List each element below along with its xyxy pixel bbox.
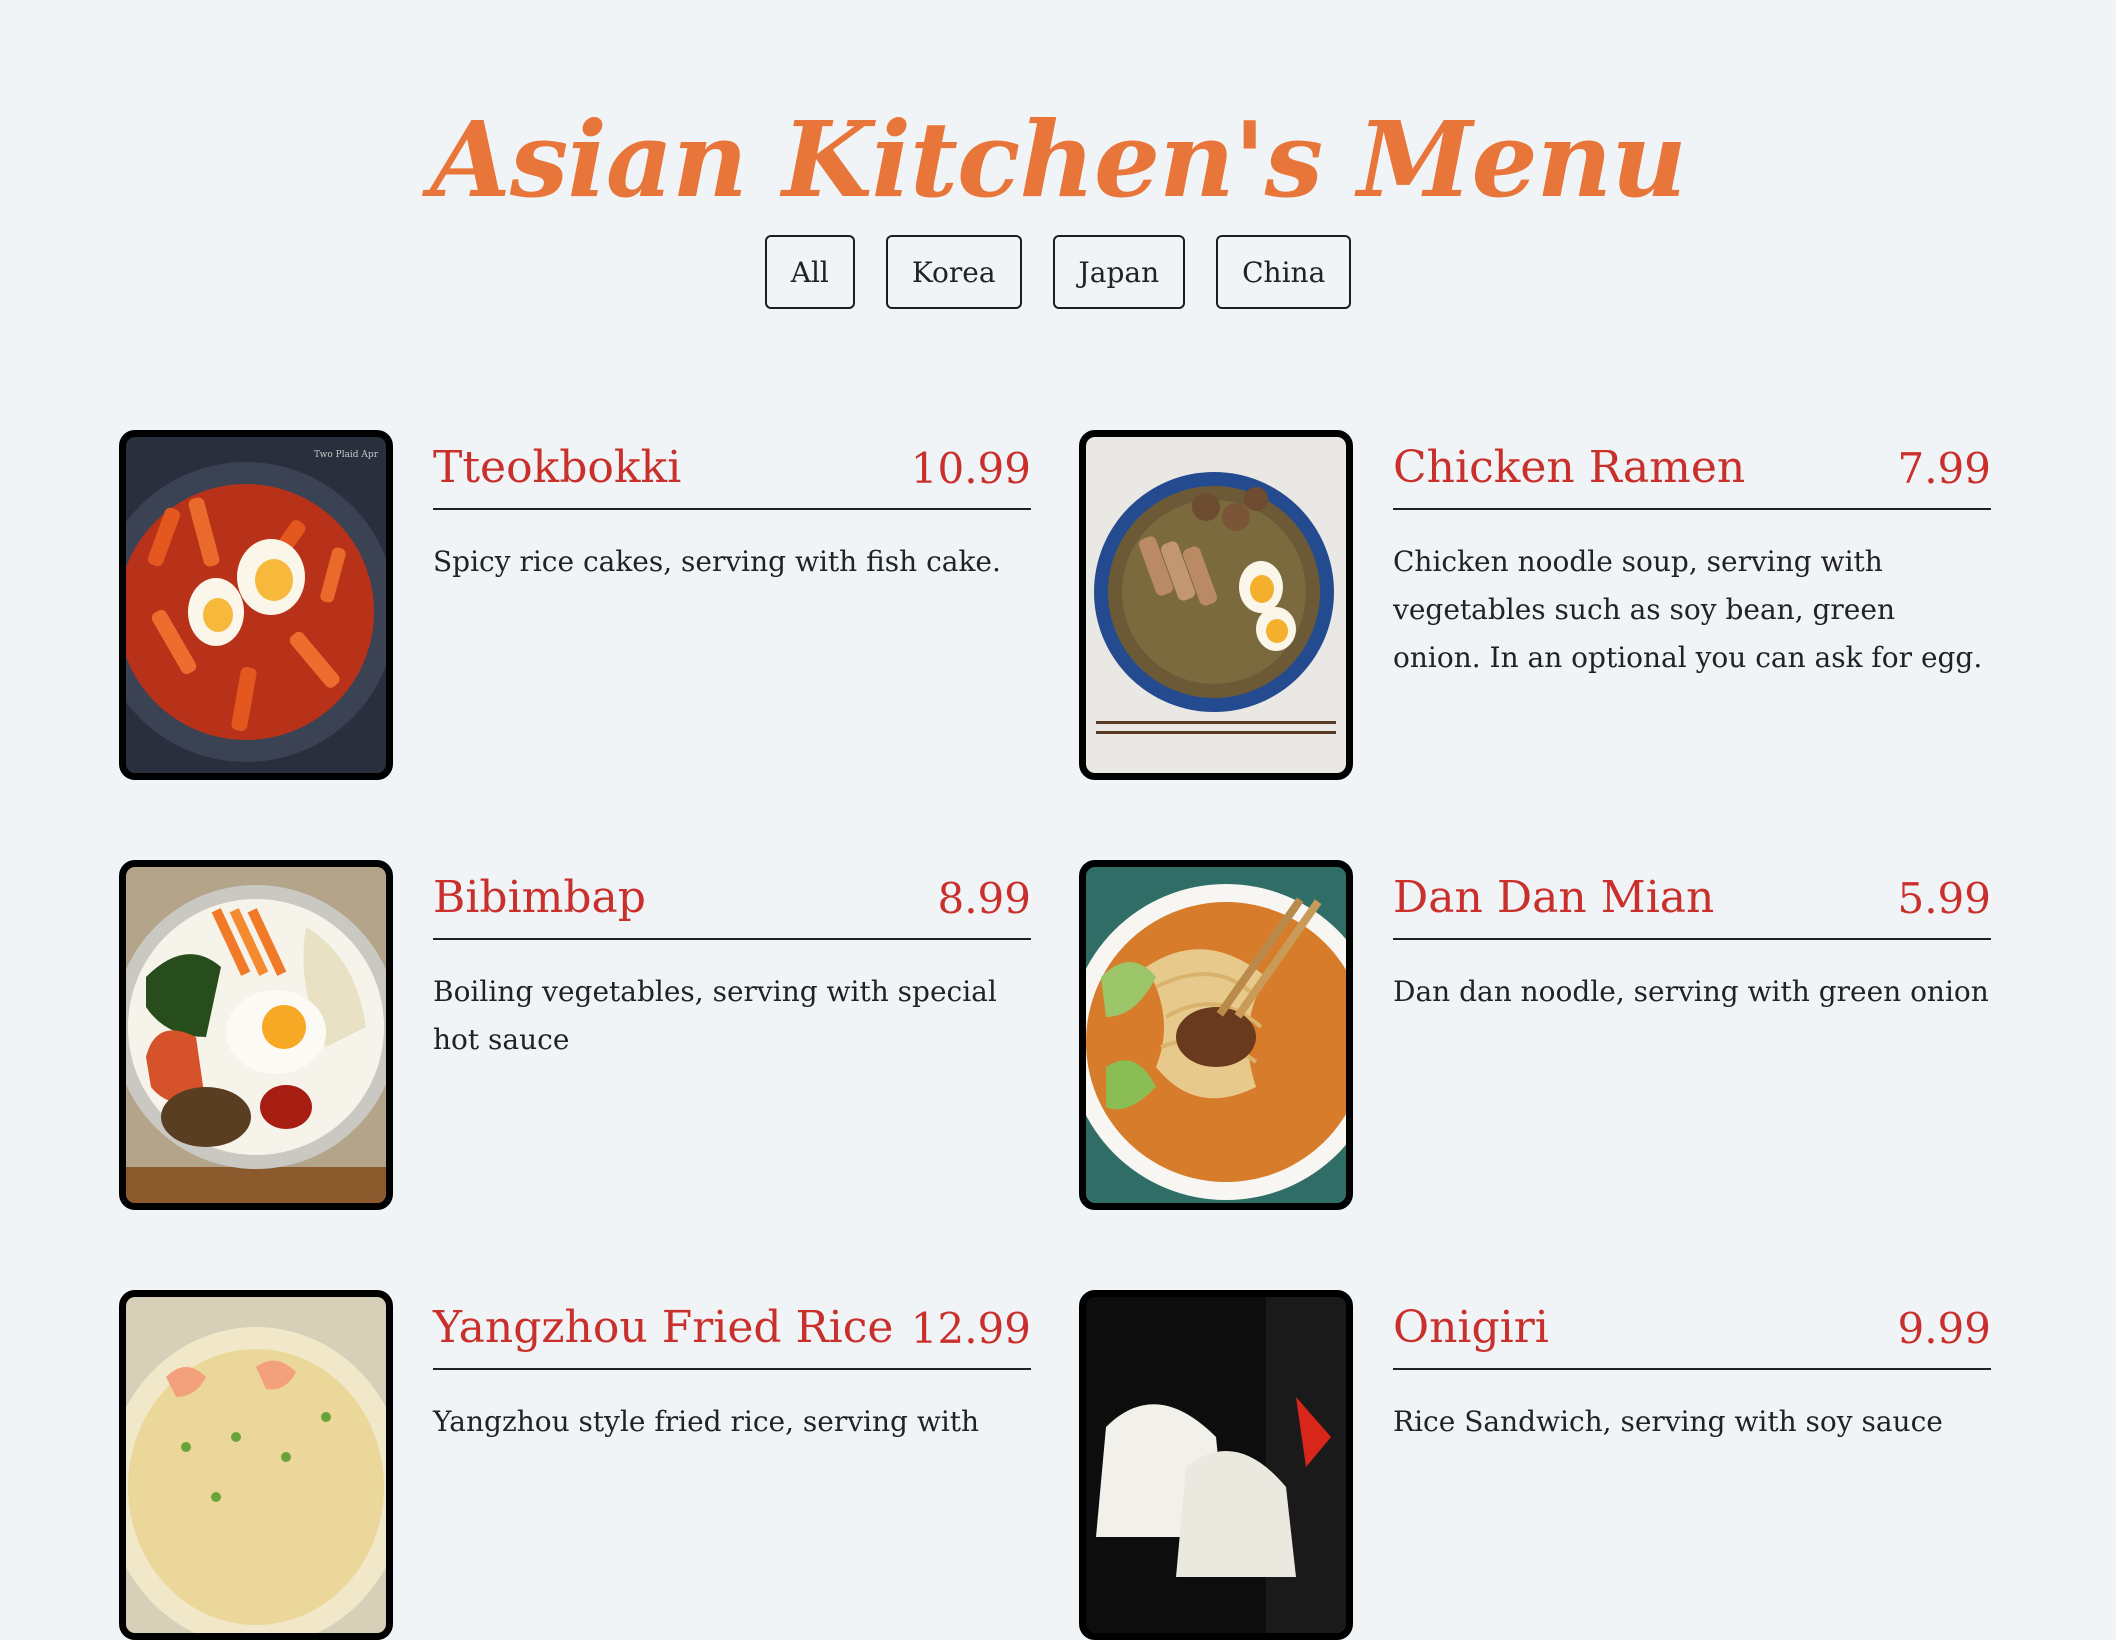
item-price: 12.99 xyxy=(910,1304,1031,1353)
item-header: Dan Dan Mian 5.99 xyxy=(1393,860,1991,940)
item-name: Chicken Ramen xyxy=(1393,442,1746,493)
item-header: Tteokbokki 10.99 xyxy=(433,430,1031,510)
filter-japan-button[interactable]: Japan xyxy=(1052,235,1186,309)
item-name: Bibimbap xyxy=(433,872,646,923)
page-title: Asian Kitchen's Menu xyxy=(430,97,1687,221)
item-name: Onigiri xyxy=(1393,1302,1549,1353)
chicken-ramen-image xyxy=(1079,430,1353,780)
item-name: Dan Dan Mian xyxy=(1393,872,1715,923)
image-watermark: Two Plaid Apr xyxy=(314,450,379,460)
item-description: Dan dan noodle, serving with green onion xyxy=(1393,975,1989,1008)
chicken-ramen-info: Chicken Ramen 7.99 Chicken noodle soup, … xyxy=(1393,430,1991,780)
bibimbap-image xyxy=(119,860,393,1210)
menu-item-chicken-ramen: Chicken Ramen 7.99 Chicken noodle soup, … xyxy=(1079,430,1991,780)
category-filter-bar: All Korea Japan China xyxy=(0,235,2116,309)
bibimbap-info: Bibimbap 8.99 Boiling vegetables, servin… xyxy=(433,860,1031,1210)
item-description: Rice Sandwich, serving with soy sauce xyxy=(1393,1405,1943,1438)
tteokbokki-image: Two Plaid Apr xyxy=(119,430,393,780)
onigiri-info: Onigiri 9.99 Rice Sandwich, serving with… xyxy=(1393,1290,1991,1640)
menu-item-onigiri: Onigiri 9.99 Rice Sandwich, serving with… xyxy=(1079,1290,1991,1640)
yangzhou-fried-rice-image xyxy=(119,1290,393,1640)
dan-dan-mian-image xyxy=(1079,860,1353,1210)
item-price: 5.99 xyxy=(1897,874,1991,923)
item-header: Bibimbap 8.99 xyxy=(433,860,1031,940)
item-name: Tteokbokki xyxy=(433,442,682,493)
item-price: 8.99 xyxy=(937,874,1031,923)
yangzhou-fried-rice-info: Yangzhou Fried Rice 12.99 Yangzhou style… xyxy=(433,1290,1031,1640)
tteokbokki-info: Tteokbokki 10.99 Spicy rice cakes, servi… xyxy=(433,430,1031,780)
dan-dan-mian-info: Dan Dan Mian 5.99 Dan dan noodle, servin… xyxy=(1393,860,1991,1210)
item-price: 10.99 xyxy=(910,444,1031,493)
item-price: 9.99 xyxy=(1897,1304,1991,1353)
filter-korea-button[interactable]: Korea xyxy=(885,235,1022,309)
item-description: Yangzhou style fried rice, serving with xyxy=(433,1405,980,1438)
item-header: Yangzhou Fried Rice 12.99 xyxy=(433,1290,1031,1370)
item-description: Spicy rice cakes, serving with fish cake… xyxy=(433,545,1001,578)
item-description: Boiling vegetables, serving with special… xyxy=(433,975,997,1056)
menu-item-yangzhou-fried-rice: Yangzhou Fried Rice 12.99 Yangzhou style… xyxy=(119,1290,1031,1640)
menu-item-dan-dan-mian: Dan Dan Mian 5.99 Dan dan noodle, servin… xyxy=(1079,860,1991,1210)
item-header: Chicken Ramen 7.99 xyxy=(1393,430,1991,510)
item-price: 7.99 xyxy=(1897,444,1991,493)
item-name: Yangzhou Fried Rice xyxy=(433,1302,894,1353)
menu-item-tteokbokki: Two Plaid Apr Tteokbokki 10.99 Spicy ric… xyxy=(119,430,1031,780)
menu-item-bibimbap: Bibimbap 8.99 Boiling vegetables, servin… xyxy=(119,860,1031,1210)
filter-china-button[interactable]: China xyxy=(1216,235,1352,309)
onigiri-image xyxy=(1079,1290,1353,1640)
filter-all-button[interactable]: All xyxy=(764,235,855,309)
item-header: Onigiri 9.99 xyxy=(1393,1290,1991,1370)
item-description: Chicken noodle soup, serving with vegeta… xyxy=(1393,545,1983,674)
menu-grid: Two Plaid Apr Tteokbokki 10.99 Spicy ric… xyxy=(119,430,1991,1640)
